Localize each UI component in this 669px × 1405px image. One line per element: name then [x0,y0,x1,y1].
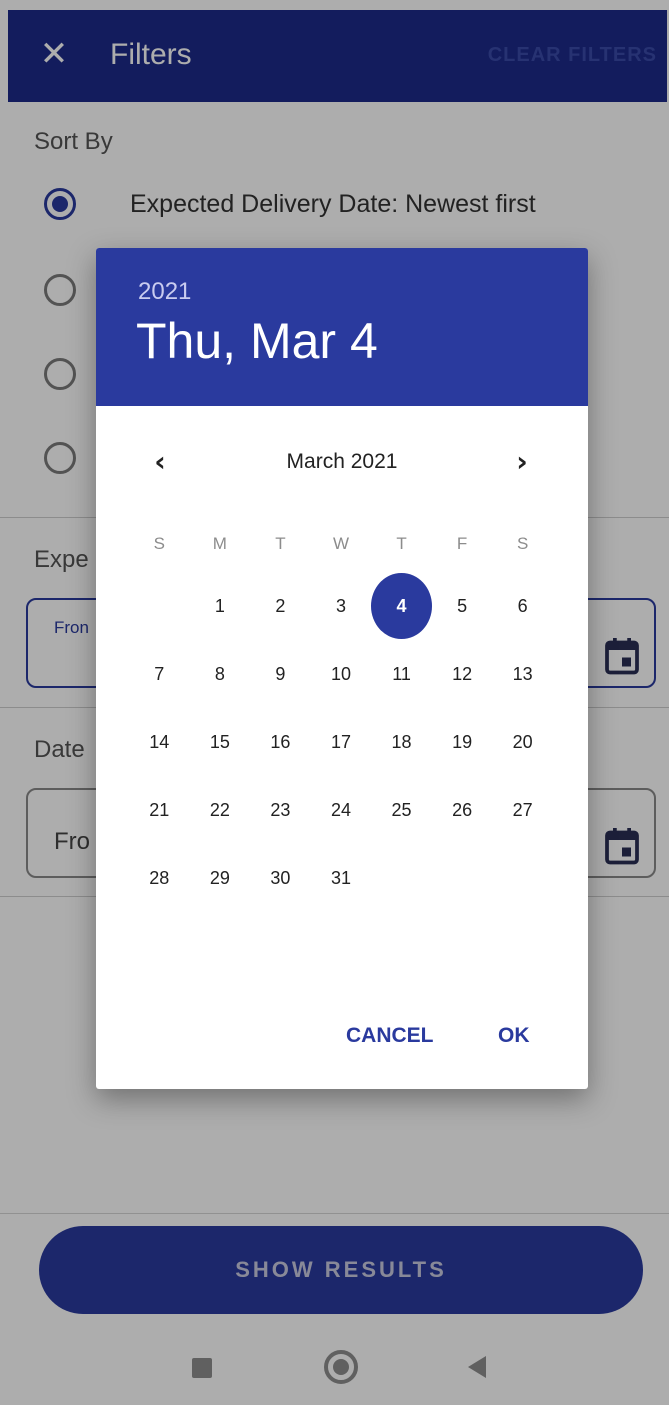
calendar-day-label: 31 [330,867,351,888]
calendar-week-row: 7 8 9 10 11 12 13 [129,640,553,708]
calendar-day-label: 1 [214,595,225,616]
calendar-day-label: 30 [270,867,291,888]
calendar-day[interactable]: 27 [492,776,553,844]
calendar-day[interactable]: 25 [371,776,432,844]
calendar-grid: S M T W T F S 1 2 3 4 5 6 7 8 9 10 11 12 13 14 15 16 17 1… [129,516,553,912]
calendar-day[interactable]: 9 [250,640,311,708]
calendar-day-label: 16 [270,731,291,752]
calendar-day[interactable]: 26 [432,776,493,844]
weekday-label: T [396,534,407,553]
calendar-day[interactable]: 15 [190,708,251,776]
calendar-day[interactable]: 8 [190,640,251,708]
weekday-label: T [275,534,286,553]
weekday-label: S [153,534,165,553]
calendar-day-label: 20 [512,731,533,752]
calendar-day[interactable]: 31 [311,844,372,912]
weekday-label: F [456,534,468,553]
calendar-day-label: 15 [209,731,230,752]
calendar-day[interactable]: 1 [190,572,251,640]
weekday-label: W [332,534,349,553]
calendar-day[interactable]: 21 [129,776,190,844]
calendar-day-label: 26 [452,799,473,820]
calendar-day[interactable]: 24 [311,776,372,844]
calendar-day[interactable]: 18 [371,708,432,776]
date-picker-header: 2021 Thu, Mar 4 [96,248,588,406]
calendar-day[interactable]: 11 [371,640,432,708]
calendar-week-row: 28 29 30 31 [129,844,553,912]
calendar-day-label: 19 [452,731,473,752]
calendar-day[interactable]: 10 [311,640,372,708]
calendar-empty-cell [371,844,432,912]
calendar-week-row: 14 15 16 17 18 19 20 [129,708,553,776]
dialog-actions: CANCEL OK [96,1018,588,1058]
calendar-day[interactable]: 20 [492,708,553,776]
calendar-day[interactable]: 12 [432,640,493,708]
weekday-header: S M T W T F S [129,516,553,572]
calendar-day-label: 13 [512,663,533,684]
calendar-day-label: 4 [371,573,432,639]
calendar-day-label: 21 [149,799,170,820]
calendar-day-label: 18 [391,731,412,752]
calendar-day-label: 14 [149,731,170,752]
calendar-day-label: 17 [330,731,351,752]
ok-button[interactable]: OK [498,1024,530,1048]
weekday-label: S [516,534,529,553]
calendar-empty-cell [492,844,553,912]
calendar-day[interactable]: 29 [190,844,251,912]
calendar-day-label: 2 [275,595,286,616]
weekday-label: M [212,534,227,553]
picker-year[interactable]: 2021 [138,278,191,306]
calendar-day[interactable]: 19 [432,708,493,776]
calendar-day[interactable]: 3 [311,572,372,640]
calendar-day-label: 23 [270,799,291,820]
calendar-weeks: 1 2 3 4 5 6 7 8 9 10 11 12 13 14 15 16 17 18 19 20 21 22 23 24 2… [129,572,553,912]
calendar-empty-cell [129,572,190,640]
calendar-day-label: 12 [452,663,473,684]
calendar-day-label: 22 [209,799,230,820]
calendar-day[interactable]: 7 [129,640,190,708]
calendar-day-label: 9 [275,663,286,684]
calendar-day[interactable]: 14 [129,708,190,776]
calendar-week-row: 1 2 3 4 5 6 [129,572,553,640]
calendar-day-label: 25 [391,799,412,820]
picker-selected-date: Thu, Mar 4 [136,313,378,369]
calendar-day[interactable]: 2 [250,572,311,640]
calendar-day[interactable]: 6 [492,572,553,640]
cancel-button[interactable]: CANCEL [346,1024,434,1048]
calendar-day[interactable]: 4 [371,572,432,640]
calendar-day-label: 27 [512,799,533,820]
calendar-day[interactable]: 17 [311,708,372,776]
calendar-day-label: 10 [330,663,351,684]
date-picker-dialog: 2021 Thu, Mar 4 ‹ March 2021 › S M T W T… [96,248,588,1089]
calendar-day-label: 28 [149,867,170,888]
calendar-day[interactable]: 30 [250,844,311,912]
calendar-day-label: 5 [457,595,468,616]
calendar-day[interactable]: 23 [250,776,311,844]
calendar-day-label: 7 [154,663,165,684]
calendar-day[interactable]: 28 [129,844,190,912]
calendar-day-label: 3 [335,595,346,616]
calendar-week-row: 21 22 23 24 25 26 27 [129,776,553,844]
calendar-empty-cell [432,844,493,912]
calendar-day-label: 29 [209,867,230,888]
calendar-day[interactable]: 22 [190,776,251,844]
calendar-day[interactable]: 16 [250,708,311,776]
calendar-day[interactable]: 5 [432,572,493,640]
chevron-right-icon[interactable]: › [504,444,540,480]
calendar-day-label: 8 [214,663,225,684]
calendar-day[interactable]: 13 [492,640,553,708]
calendar-day-label: 6 [517,595,528,616]
calendar-day-label: 11 [392,663,411,684]
calendar-day-label: 24 [330,799,351,820]
